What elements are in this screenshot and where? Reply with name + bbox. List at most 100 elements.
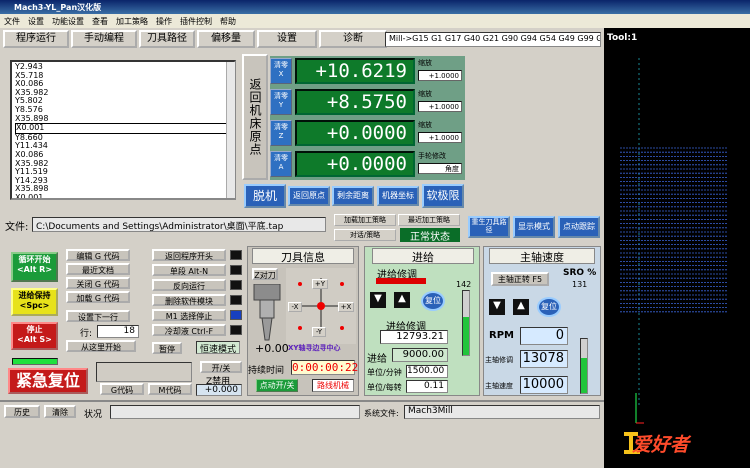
menu-function[interactable]: 功能设置 [52, 16, 84, 26]
recent-file-button[interactable]: 最近文档 [66, 263, 130, 275]
set-next-line-button[interactable]: 设置下一行 [66, 310, 130, 322]
tab-offsets[interactable]: 偏移量 [197, 30, 255, 48]
dialog-strategy-button[interactable]: 对话/策略 [334, 229, 396, 241]
gcode-scrollbar[interactable] [226, 62, 235, 198]
m1-optional-stop-button[interactable]: M1 选择停止 [152, 309, 226, 321]
z-tool-button[interactable]: Z对刀 [252, 268, 278, 280]
regen-toolpath-button[interactable]: 重生刀具路径 [468, 216, 510, 238]
plus-x-button[interactable]: +X [338, 302, 354, 312]
status-normal: 正常状态 [400, 228, 460, 243]
gcode-line[interactable]: X35.898 [15, 185, 231, 194]
menu-file[interactable]: 文件 [4, 16, 20, 26]
spindle-reset-button[interactable]: 复位 [537, 297, 561, 317]
menu-strategy[interactable]: 加工策略 [116, 16, 148, 26]
feed-hold-button[interactable]: 进给保持 <Spc> [11, 288, 58, 316]
line-input[interactable]: 18 [97, 325, 139, 338]
remain-dist-button[interactable]: 剩余距离 [332, 186, 374, 206]
zero-x-button[interactable]: 清零 X [270, 58, 292, 84]
tab-diagnostics[interactable]: 诊断 [319, 30, 387, 48]
display-mode-button[interactable]: 显示模式 [513, 216, 555, 238]
tab-toolpath[interactable]: 刀具路径 [139, 30, 195, 48]
spindle-speed-value[interactable]: 10000 [520, 376, 568, 394]
clear-button[interactable]: 清除 [44, 405, 76, 418]
file-path: C:\Documents and Settings\Administrator\… [32, 217, 326, 232]
history-button[interactable]: 历史 [4, 405, 40, 418]
gcode-line[interactable]: X35.898 [15, 114, 231, 124]
menu-settings[interactable]: 设置 [28, 16, 44, 26]
block-delete-led [230, 295, 242, 305]
flood-button[interactable]: 冷却液 Ctrl-F [152, 324, 226, 336]
m1-led [230, 310, 242, 320]
offline-button[interactable]: 脱机 [244, 184, 286, 208]
reverse-run-button[interactable]: 反向运行 [152, 279, 226, 291]
zero-y-button[interactable]: 清零 Y [270, 89, 292, 115]
feed-down-icon[interactable]: ▼ [370, 292, 386, 308]
reverse-led [230, 280, 242, 290]
gcode-line[interactable]: X35.982 [15, 88, 231, 98]
cycle-start-button[interactable]: 循环开始 <Alt R> [11, 252, 58, 282]
block-delete-button[interactable]: 删除软件模块 [152, 294, 226, 306]
zero-z-button[interactable]: 清零 Z [270, 120, 292, 146]
machine-coord-button[interactable]: 机器坐标 [377, 186, 419, 206]
last-strategy-button[interactable]: 最近加工策略 [398, 214, 460, 226]
feed-reset-button[interactable]: 复位 [421, 291, 445, 311]
gcode-line[interactable]: Y11.434 [15, 142, 231, 151]
pause-button[interactable]: 暂停 [152, 342, 182, 354]
plus-y-button[interactable]: +Y [312, 279, 328, 289]
gcodes-button[interactable]: G代码 [100, 383, 144, 395]
feed-up-icon[interactable]: ▲ [394, 292, 410, 308]
window-title: Mach3-YL_Pan汉化版 [0, 0, 750, 14]
load-strategy-button[interactable]: 加载加工策略 [334, 214, 396, 226]
dro-y[interactable]: +8.5750 [295, 89, 415, 115]
gcode-list[interactable]: Y2.943 X5.718 X0.086 X35.982 Y5.802 Y8.576 X35… [10, 60, 236, 200]
menu-help[interactable]: 帮助 [220, 16, 236, 26]
jog-toggle-button[interactable]: 点动开/关 [256, 379, 298, 392]
soft-limits-button[interactable]: 软极限 [422, 184, 464, 208]
feed-value[interactable]: 9000.00 [392, 348, 448, 362]
load-gcode-button[interactable]: 加载 G 代码 [66, 291, 130, 303]
dry-run-button[interactable]: 路线机械 [312, 379, 354, 392]
close-gcode-button[interactable]: 关闭 G 代码 [66, 277, 130, 289]
run-from-here-button[interactable]: 从这里开始 [66, 340, 136, 352]
gcode-line[interactable]: X0.001 [15, 193, 231, 198]
jog-follow-button[interactable]: 点动跟踪 [558, 216, 600, 238]
active-gcodes: Mill->G15 G1 G17 G40 G21 G90 G94 G54 G49… [385, 32, 601, 47]
status-line [110, 405, 360, 419]
tab-program-run[interactable]: 程序运行 [3, 30, 69, 48]
menu-operate[interactable]: 操作 [156, 16, 172, 26]
gcode-line[interactable]: Y2.943 [15, 62, 231, 72]
mcodes-button[interactable]: M代码 [148, 383, 192, 395]
z-inhibit-value[interactable]: +0.000 [196, 384, 242, 396]
gcode-line[interactable]: X0.001 [15, 123, 231, 134]
spindle-up-icon[interactable]: ▲ [513, 299, 529, 315]
minus-y-button[interactable]: -Y [312, 327, 326, 337]
rewind-button[interactable]: 返回程序开头 [152, 249, 226, 261]
xy-center-label: XY轴寻边寻中心 [288, 344, 341, 352]
zero-a-button[interactable]: 清零 A [270, 151, 292, 177]
feed-override-value[interactable]: 12793.21 [380, 330, 448, 344]
gcode-line[interactable]: Y5.802 [15, 97, 231, 106]
spindle-override-value[interactable]: 13078 [520, 350, 568, 368]
status-label: 状况 [84, 410, 103, 420]
tab-mdi[interactable]: 手动编程 [71, 30, 137, 48]
goto-zero-button[interactable]: 返回原点 [288, 186, 330, 206]
stop-button[interactable]: 停止 <Alt S> [11, 322, 58, 350]
constant-velocity[interactable]: 恒速模式 [196, 341, 240, 355]
dro-a[interactable]: +0.0000 [295, 151, 415, 177]
ref-all-home-button[interactable]: 返回机床原点 [242, 54, 268, 180]
tab-settings[interactable]: 设置 [257, 30, 317, 48]
spindle-down-icon[interactable]: ▼ [489, 299, 505, 315]
z-inhibit-toggle[interactable]: 开/关 [200, 361, 242, 373]
minus-x-button[interactable]: -X [288, 302, 302, 312]
single-block-button[interactable]: 单段 Alt-N [152, 264, 226, 276]
emergency-reset-button[interactable]: 紧急复位 [8, 368, 88, 394]
spindle-cw-button[interactable]: 主轴正转 F5 [491, 272, 549, 286]
dro-z[interactable]: +0.0000 [295, 120, 415, 146]
menu-view[interactable]: 查看 [92, 16, 108, 26]
gcode-line[interactable]: X5.718 [15, 71, 231, 81]
menu-plugins[interactable]: 插件控制 [180, 16, 212, 26]
run-time: 0:00:00:22 [291, 360, 359, 375]
flood-led [230, 325, 242, 335]
dro-x[interactable]: +10.6219 [295, 58, 415, 84]
edit-gcode-button[interactable]: 编辑 G 代码 [66, 249, 130, 261]
